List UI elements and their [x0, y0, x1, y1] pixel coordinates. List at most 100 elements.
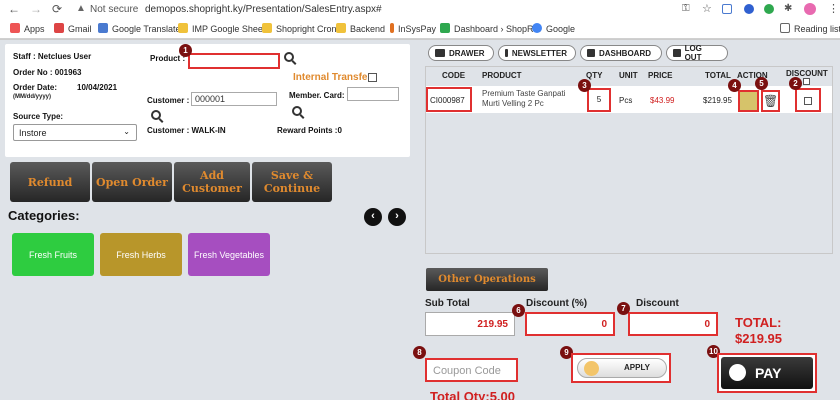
customer-name: Customer : WALK-IN [147, 126, 226, 135]
discount-label: Discount [636, 298, 679, 309]
step-badge: 1 [179, 44, 192, 57]
newsletter-button[interactable]: NEWSLETTER [498, 45, 576, 61]
discount-pct-input[interactable]: 0 [525, 312, 615, 336]
edit-icon[interactable] [738, 90, 759, 112]
dashboard-button[interactable]: DASHBOARD [580, 45, 662, 61]
order-no-label: Order No : 001963 [13, 68, 82, 77]
bookmark-google[interactable]: Google [532, 23, 575, 34]
logout-button[interactable]: LOG OUT [666, 44, 728, 62]
bookmarks-bar: Apps Gmail Google Translate IMP Google S… [0, 19, 840, 39]
order-date-value: 10/04/2021 [77, 83, 118, 92]
row-code: CI000987 [426, 87, 472, 112]
url-text[interactable]: demopos.shopright.ky/Presentation/SalesE… [145, 4, 382, 15]
internal-transfer-checkbox[interactable] [368, 73, 377, 82]
row-product: Premium Taste Ganpati Murti Velling 2 Pc [482, 89, 566, 108]
apply-button[interactable]: APPLY [577, 358, 667, 378]
save-continue-button[interactable]: Save & Continue [252, 162, 332, 202]
warning-icon: ▲ [76, 3, 86, 14]
pay-button-frame[interactable]: PAY [717, 353, 817, 393]
reload-icon[interactable]: ⟳ [52, 2, 62, 16]
star-icon[interactable]: ☆ [702, 2, 712, 15]
menu-icon[interactable]: ⋮ [828, 2, 839, 15]
order-date-format: (MM/dd/yyyy) [13, 94, 52, 100]
total-label: TOTAL: [735, 315, 782, 330]
apply-button-frame[interactable]: APPLY [571, 353, 671, 383]
step-badge: 3 [578, 79, 591, 92]
add-customer-button[interactable]: Add Customer [174, 162, 250, 202]
row-unit: Pcs [619, 96, 633, 105]
search-icon[interactable] [284, 52, 294, 62]
open-order-button[interactable]: Open Order [92, 162, 172, 202]
internal-transfer-label: Internal Transfer [293, 72, 372, 83]
key-icon[interactable]: ⚿ [682, 3, 690, 14]
category-fresh-herbs[interactable]: Fresh Herbs [100, 233, 182, 276]
discount-input[interactable]: 0 [628, 312, 718, 336]
reward-points: Reward Points :0 [277, 126, 342, 135]
row-discount-checkbox[interactable] [804, 97, 812, 105]
dashboard-icon [587, 49, 595, 57]
step-badge: 7 [617, 302, 630, 315]
product-label: Product : [150, 54, 186, 63]
row-total: $219.95 [703, 96, 732, 105]
avatar[interactable] [804, 3, 816, 15]
newsletter-icon [505, 49, 508, 57]
forward-icon[interactable]: → [30, 2, 42, 16]
customer-input[interactable]: 000001 [191, 92, 277, 106]
step-badge: 5 [755, 77, 768, 90]
bookmark-apps[interactable]: Apps [10, 23, 45, 34]
member-card-label: Member. Card: [289, 91, 345, 100]
coupon-icon [584, 361, 599, 376]
total-value: $219.95 [735, 331, 782, 346]
address-bar: ← → ⟳ ▲ Not secure demopos.shopright.ky/… [0, 0, 840, 19]
row-qty[interactable]: 5 [587, 88, 611, 112]
bookmark-backend[interactable]: Backend [336, 23, 385, 34]
bookmark-insyspay[interactable]: InSysPay [390, 23, 436, 34]
category-fresh-fruits[interactable]: Fresh Fruits [12, 233, 94, 276]
step-badge: 4 [728, 79, 741, 92]
reading-list[interactable]: Reading list [780, 23, 840, 34]
row-discount-cell[interactable] [795, 88, 821, 112]
trash-icon[interactable]: 🗑 [761, 90, 780, 112]
drawer-button[interactable]: DRAWER [428, 45, 494, 61]
category-fresh-vegetables[interactable]: Fresh Vegetables [188, 233, 270, 276]
header-total: TOTAL [705, 71, 731, 80]
header-product: PRODUCT [482, 71, 522, 80]
bookmark-imp-sheet[interactable]: IMP Google Sheet [178, 23, 265, 34]
bookmark-dashboard[interactable]: Dashboard › ShopR... [440, 23, 541, 34]
pay-button[interactable]: PAY [721, 357, 813, 389]
sub-total-label: Sub Total [425, 298, 470, 309]
header-code: CODE [442, 71, 466, 80]
coupon-code-input[interactable]: Coupon Code [425, 358, 518, 382]
header-price: PRICE [648, 71, 673, 80]
customer-label: Customer : [147, 96, 190, 105]
header-unit: UNIT [619, 71, 638, 80]
sub-total-value: 219.95 [425, 312, 515, 336]
pay-icon [729, 364, 746, 381]
source-type-label: Source Type: [13, 112, 64, 121]
next-icon[interactable]: › [388, 208, 406, 226]
not-secure-label: Not secure [90, 4, 139, 15]
puzzle-icon[interactable]: ✱ [784, 3, 792, 14]
bookmark-translate[interactable]: Google Translate [98, 23, 181, 34]
other-operations-button[interactable]: Other Operations [426, 268, 548, 291]
extension-icon[interactable] [764, 4, 774, 14]
member-card-input[interactable] [347, 87, 399, 101]
total-qty: Total Qty:5.00 [430, 389, 516, 400]
step-badge: 2 [789, 77, 802, 90]
step-badge: 6 [512, 304, 525, 317]
discount-all-checkbox[interactable] [803, 78, 810, 85]
chevron-down-icon: ⌄ [123, 127, 130, 136]
extension-icon[interactable] [722, 4, 732, 14]
refund-button[interactable]: Refund [10, 162, 90, 202]
bookmark-shopright-cron[interactable]: Shopright Cron [262, 23, 337, 34]
drawer-icon [435, 49, 445, 57]
search-icon[interactable] [151, 110, 161, 120]
staff-label: Staff : Netclues User [13, 52, 92, 61]
extension-icon[interactable] [744, 4, 754, 14]
bookmark-gmail[interactable]: Gmail [54, 23, 92, 34]
product-input[interactable] [188, 53, 280, 69]
search-icon[interactable] [292, 106, 302, 116]
back-icon[interactable]: ← [8, 2, 20, 16]
source-type-select[interactable]: Instore ⌄ [13, 124, 137, 141]
prev-icon[interactable]: ‹ [364, 208, 382, 226]
